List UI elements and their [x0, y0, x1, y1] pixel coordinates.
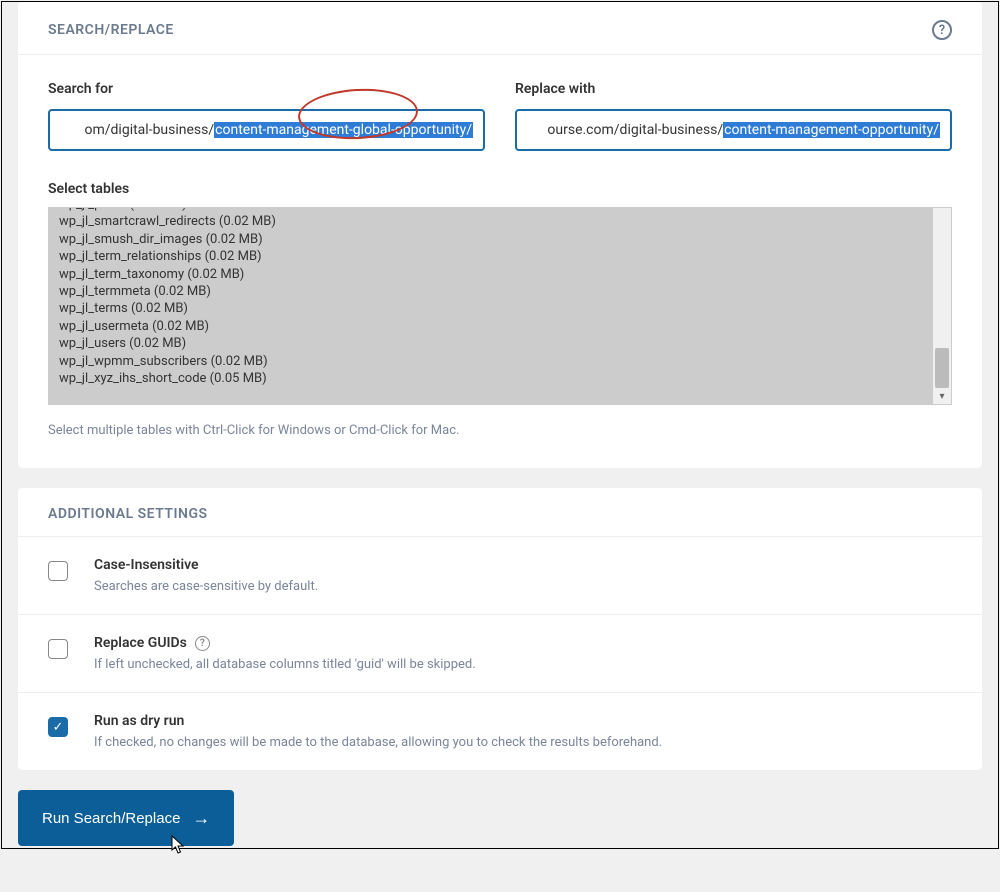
help-icon[interactable]: ? [195, 636, 210, 651]
scrollbar-thumb[interactable] [935, 348, 949, 388]
setting-row: ✓ Run as dry run If checked, no changes wi… [18, 692, 982, 770]
setting-checkbox[interactable] [48, 561, 68, 581]
table-option[interactable]: wp_jl_termmeta (0.02 MB) [59, 283, 923, 300]
tables-multiselect[interactable]: wp_jl_posts (6.08 MB)wp_jl_smartcrawl_re… [48, 207, 952, 405]
run-button-label: Run Search/Replace [42, 810, 180, 827]
setting-title: Replace GUIDs? [94, 635, 476, 651]
panel-title-search-replace: SEARCH/REPLACE [48, 22, 174, 38]
table-option[interactable]: wp_jl_term_relationships (0.02 MB) [59, 248, 923, 265]
table-option[interactable]: wp_jl_usermeta (0.02 MB) [59, 318, 923, 335]
help-icon[interactable]: ? [932, 20, 952, 40]
setting-title: Run as dry run [94, 713, 662, 729]
select-tables-label: Select tables [48, 181, 952, 197]
setting-checkbox[interactable] [48, 639, 68, 659]
table-option[interactable]: wp_jl_smush_dir_images (0.02 MB) [59, 231, 923, 248]
setting-description: Searches are case-sensitive by default. [94, 579, 318, 594]
table-option[interactable]: wp_jl_terms (0.02 MB) [59, 300, 923, 317]
additional-settings-panel: ADDITIONAL SETTINGS Case-Insensitive Sear… [18, 488, 982, 770]
select-tables-hint: Select multiple tables with Ctrl-Click f… [48, 423, 952, 438]
table-option[interactable]: wp_jl_wpmm_subscribers (0.02 MB) [59, 353, 923, 370]
tables-scrollbar[interactable]: ▾ [933, 208, 951, 404]
replace-prefix-text: ourse.com/digital-business/ [547, 122, 723, 138]
scroll-down-icon[interactable]: ▾ [933, 388, 951, 404]
search-for-input[interactable]: om/digital-business/content-management-g… [48, 109, 485, 151]
replace-with-label: Replace with [515, 81, 952, 97]
search-for-label: Search for [48, 81, 485, 97]
search-replace-panel: SEARCH/REPLACE ? Search for om/digital-b… [18, 2, 982, 468]
setting-description: If left unchecked, all database columns … [94, 657, 476, 672]
setting-checkbox[interactable]: ✓ [48, 717, 68, 737]
setting-title: Case-Insensitive [94, 557, 318, 573]
search-highlighted-text: content-management-global-opportunity/ [214, 122, 473, 138]
arrow-right-icon: → [192, 809, 210, 827]
table-option[interactable]: wp_jl_smartcrawl_redirects (0.02 MB) [59, 213, 923, 230]
setting-row: Case-Insensitive Searches are case-sensit… [18, 537, 982, 614]
table-option[interactable]: wp_jl_xyz_ihs_short_code (0.05 MB) [59, 370, 923, 387]
replace-with-input[interactable]: ourse.com/digital-business/content-manag… [515, 109, 952, 151]
table-option[interactable]: wp_jl_term_taxonomy (0.02 MB) [59, 266, 923, 283]
replace-highlighted-text: content-management-opportunity/ [723, 122, 940, 138]
setting-description: If checked, no changes will be made to t… [94, 735, 662, 750]
search-prefix-text: om/digital-business/ [85, 122, 215, 138]
panel-title-additional-settings: ADDITIONAL SETTINGS [48, 506, 208, 522]
table-option[interactable]: wp_jl_users (0.02 MB) [59, 335, 923, 352]
setting-row: Replace GUIDs? If left unchecked, all dat… [18, 614, 982, 692]
run-search-replace-button[interactable]: Run Search/Replace → [18, 790, 234, 846]
